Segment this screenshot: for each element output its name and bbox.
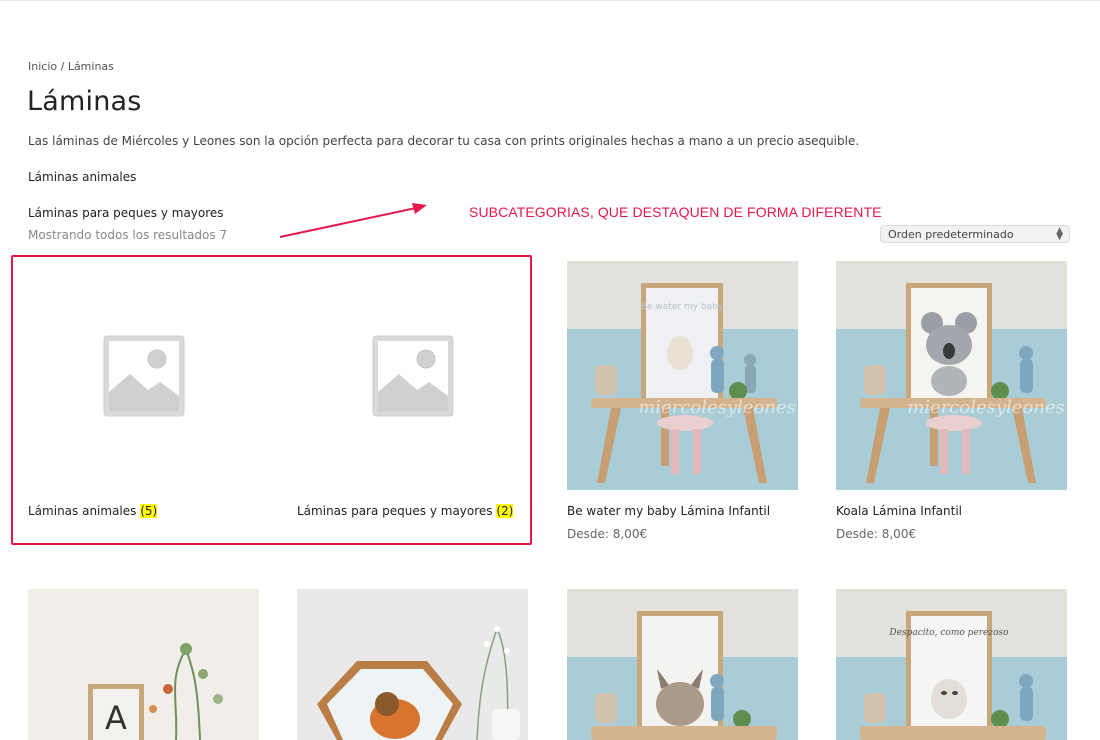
product-image[interactable]: A [28,589,259,740]
annotation-arrow-icon [279,203,427,238]
product-image[interactable] [567,589,798,740]
product-card[interactable]: miercolesyleones Koala Lámina Infantil D… [836,261,1067,541]
subcategory-link-peques[interactable]: Láminas para peques y mayores [28,206,224,220]
product-photo-robin [297,589,528,740]
header-divider [0,0,1100,1]
product-card[interactable]: Despacito, como perezoso [836,589,1067,740]
image-placeholder-icon [103,335,185,417]
category-count-badge: (5) [140,504,158,518]
watermark-text: miercolesyleones [907,397,1065,418]
product-photo-koala: miercolesyleones [836,261,1067,490]
category-count-badge: (2) [496,504,514,518]
product-image[interactable]: Be water my baby miercolesyleones [567,261,798,490]
product-photo-lynx [567,589,798,740]
category-description: Las láminas de Miércoles y Leones son la… [28,134,860,148]
category-name: Láminas animales [28,504,141,518]
artwork-lettering: Despacito, como perezoso [888,628,1009,638]
product-card[interactable] [567,589,798,740]
orderby-selected-value: Orden predeterminado [888,228,1014,241]
product-photo-sloth: Despacito, como perezoso [836,589,1067,740]
category-title: Láminas para peques y mayores (2) [297,504,514,518]
product-name[interactable]: Koala Lámina Infantil [836,504,1067,518]
category-name: Láminas para peques y mayores [297,504,497,518]
category-card[interactable]: Láminas animales (5) [28,262,258,532]
product-photo-letter-a: A [28,589,259,740]
watermark-text: miercolesyleones [638,397,796,418]
product-image[interactable]: miercolesyleones [836,261,1067,490]
product-photo-be-water: Be water my baby miercolesyleones [567,261,798,490]
breadcrumb-separator: / [57,60,68,73]
artwork-lettering: Be water my baby [641,302,724,312]
select-arrows-icon: ▲ ▼ [1056,226,1063,242]
product-card[interactable]: Be water my baby miercolesyleones Be wat… [567,261,798,541]
product-card[interactable]: A [28,589,259,740]
category-title: Láminas animales (5) [28,504,158,518]
annotation-note: SUBCATEGORIAS, QUE DESTAQUEN DE FORMA DI… [469,204,882,220]
product-image[interactable] [297,589,528,740]
page-title: Láminas [27,86,142,117]
subcategory-link-animales[interactable]: Láminas animales [28,170,136,184]
result-count: Mostrando todos los resultados 7 [28,228,228,242]
category-card[interactable]: Láminas para peques y mayores (2) [297,262,527,532]
breadcrumb: Inicio / Láminas [28,60,114,73]
product-image[interactable]: Despacito, como perezoso [836,589,1067,740]
product-price: Desde: 8,00€ [567,527,648,541]
breadcrumb-home-link[interactable]: Inicio [28,60,57,73]
image-placeholder-icon [372,335,454,417]
product-card[interactable] [297,589,528,740]
product-name[interactable]: Be water my baby Lámina Infantil [567,504,798,518]
product-price: Desde: 8,00€ [836,527,917,541]
orderby-select[interactable]: Orden predeterminado ▲ ▼ [880,225,1070,243]
artwork-letter: A [105,699,127,737]
breadcrumb-current: Láminas [67,60,114,73]
